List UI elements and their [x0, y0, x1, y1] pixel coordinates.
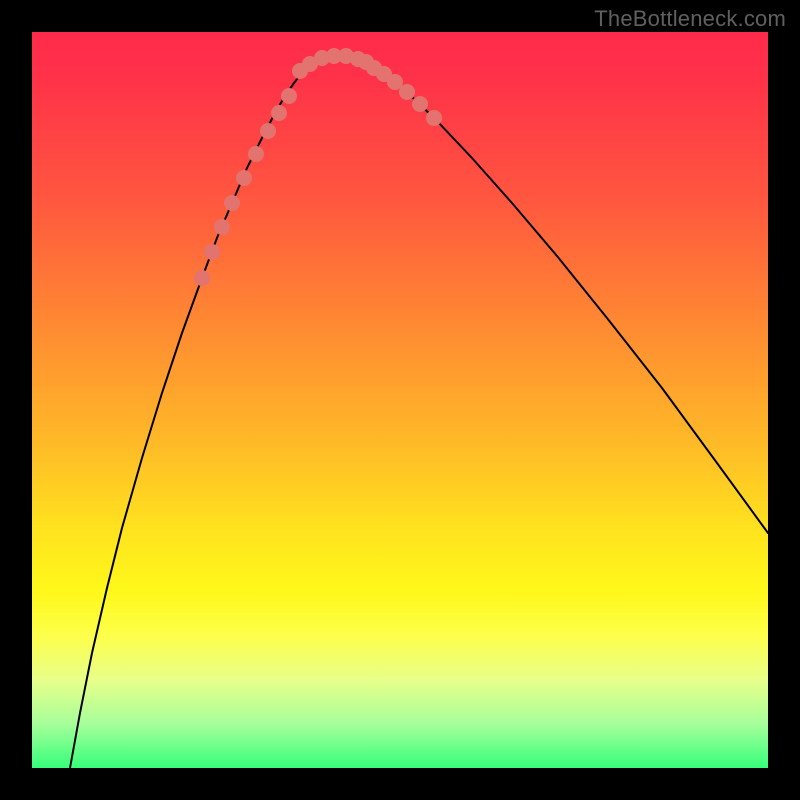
watermark-text: TheBottleneck.com	[594, 6, 786, 32]
left-arm-dots	[271, 105, 287, 121]
left-arm-dots	[214, 219, 230, 235]
bottleneck-curve	[70, 56, 768, 768]
left-arm-dots	[224, 195, 240, 211]
plot-area	[32, 32, 768, 768]
left-arm-dots	[204, 244, 220, 260]
left-arm-dots	[281, 88, 297, 104]
highlight-dots	[194, 48, 442, 286]
right-arm-dots	[399, 84, 415, 100]
left-arm-dots	[194, 270, 210, 286]
left-arm-dots	[260, 123, 276, 139]
chart-svg	[32, 32, 768, 768]
left-arm-dots	[248, 146, 264, 162]
right-arm-dots	[412, 96, 428, 112]
chart-frame: TheBottleneck.com	[0, 0, 800, 800]
left-arm-dots	[236, 170, 252, 186]
right-arm-dots	[426, 110, 442, 126]
